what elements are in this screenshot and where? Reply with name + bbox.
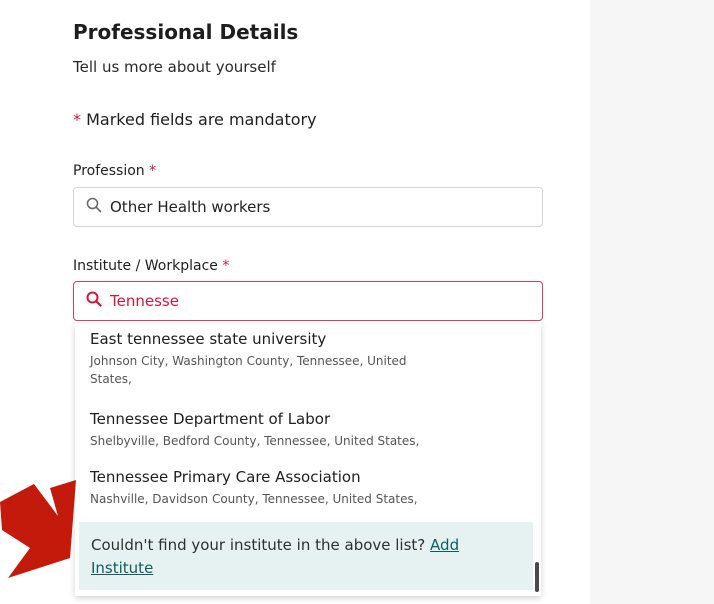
add-institute-prompt-text: Couldn't find your institute in the abov…	[91, 536, 426, 554]
profession-value: Other Health workers	[110, 198, 271, 216]
suggestion-name: Tennessee Department of Labor	[90, 410, 331, 428]
suggestion-item[interactable]: Tennessee Department of Labor Shelbyvill…	[90, 410, 419, 450]
mandatory-note: * Marked fields are mandatory	[73, 110, 317, 129]
page-background	[590, 0, 714, 604]
mandatory-note-text: Marked fields are mandatory	[86, 110, 317, 129]
required-asterisk: *	[73, 110, 81, 129]
search-icon	[86, 291, 102, 311]
required-asterisk: *	[149, 163, 157, 179]
suggestion-address: Shelbyville, Bedford County, Tennessee, …	[90, 432, 419, 450]
professional-details-card: Professional Details Tell us more about …	[0, 0, 590, 604]
suggestion-item[interactable]: East tennessee state university Johnson …	[90, 330, 407, 388]
suggestion-item[interactable]: Tennessee Primary Care Association Nashv…	[90, 468, 418, 508]
suggestion-name: East tennessee state university	[90, 330, 327, 348]
institute-suggestions-dropdown[interactable]: East tennessee state university Johnson …	[75, 324, 541, 596]
institute-search-input[interactable]: Tennesse	[73, 281, 543, 321]
dropdown-scrollbar-thumb[interactable]	[535, 562, 539, 592]
institute-label: Institute / Workplace *	[73, 258, 229, 274]
institute-value: Tennesse	[110, 292, 179, 310]
suggestion-address-line: Shelbyville, Bedford County, Tennessee, …	[90, 434, 420, 448]
add-institute-prompt: Couldn't find your institute in the abov…	[79, 522, 533, 590]
search-icon	[86, 197, 102, 217]
suggestion-name: Tennessee Primary Care Association	[90, 468, 361, 486]
red-arrow-annotation	[0, 468, 76, 582]
page-subtitle: Tell us more about yourself	[73, 58, 276, 76]
suggestion-address-line: Nashville, Davidson County, Tennessee, U…	[90, 492, 418, 506]
page-title: Professional Details	[73, 20, 299, 44]
suggestion-address-line: States,	[90, 372, 132, 386]
institute-label-text: Institute / Workplace	[73, 258, 218, 274]
suggestion-address: Johnson City, Washington County, Tenness…	[90, 352, 407, 388]
profession-label: Profession *	[73, 163, 156, 179]
required-asterisk: *	[222, 258, 230, 274]
suggestion-address: Nashville, Davidson County, Tennessee, U…	[90, 490, 418, 508]
profession-label-text: Profession	[73, 163, 145, 179]
suggestion-address-line: Johnson City, Washington County, Tenness…	[90, 354, 407, 368]
profession-field[interactable]: Other Health workers	[73, 187, 543, 227]
